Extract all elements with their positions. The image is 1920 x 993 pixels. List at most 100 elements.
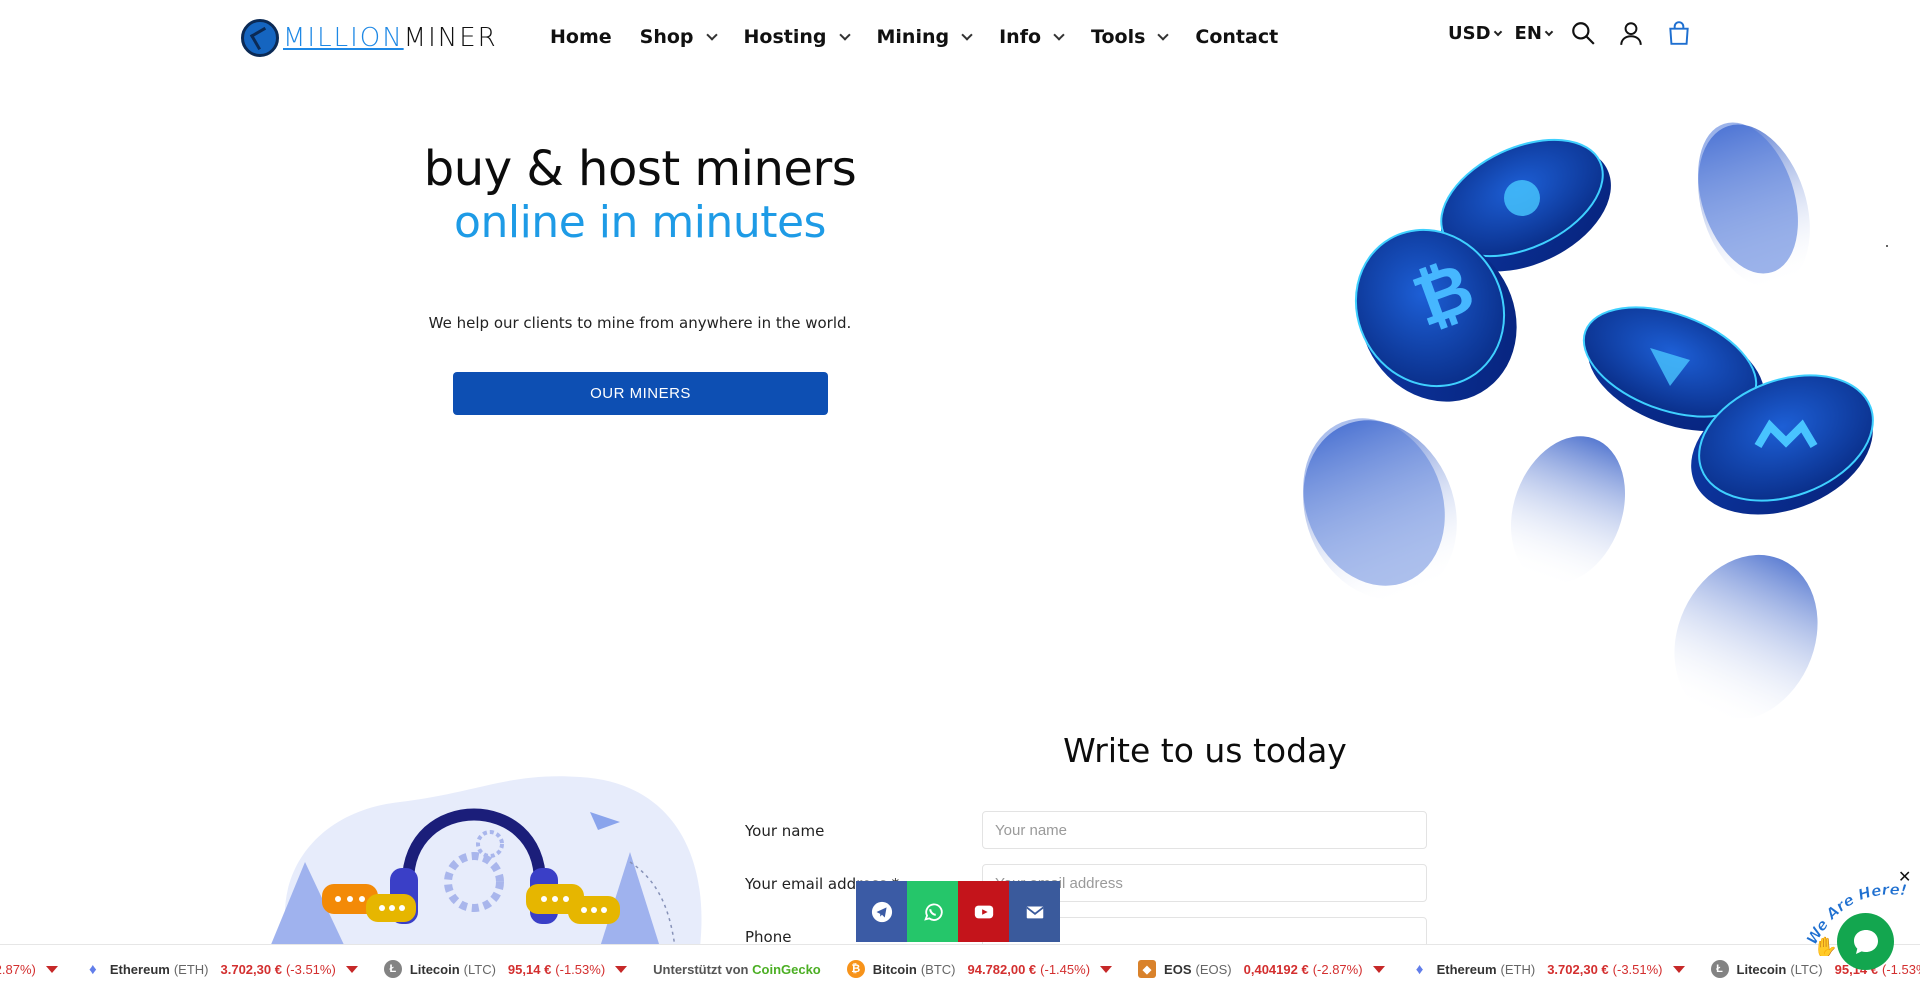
main-navigation: Home Shop Hosting Mining Info Tools Cont… [550,26,1306,48]
powered-by-coingecko[interactable]: Unterstützt von CoinGecko [653,962,821,977]
ticker-item-eos[interactable]: ◆ EOS (EOS) 0,404192 € (-2.87%) [1138,960,1385,978]
ticker-symbol: (LTC) [463,961,496,977]
live-chat-button[interactable] [1837,913,1894,970]
powered-prefix: Unterstützt von [653,961,749,977]
ticker-change: (-2.87%) [1312,961,1363,977]
name-input[interactable] [982,811,1427,849]
ticker-name: Ethereum [1436,961,1497,977]
ticker-symbol: (EOS) [1195,961,1232,977]
whatsapp-icon [923,902,943,921]
telegram-icon [871,901,892,922]
chevron-down-icon [1544,27,1554,36]
millionminer-logo[interactable]: MILLIONMINER [241,18,498,58]
logo-wordmark: MILLIONMINER [283,23,498,53]
nav-contact[interactable]: Contact [1195,26,1278,48]
litecoin-icon: Ł [1710,960,1729,978]
ticker-item-bitcoin[interactable]: ₿ Bitcoin (BTC) 94.782,00 € (-1.45%) [846,960,1113,978]
ticker-symbol: (ETH) [173,961,209,977]
ticker-name: Bitcoin [872,961,917,977]
chevron-down-icon [1493,27,1502,36]
ticker-change: (-1.45%) [1040,961,1091,977]
ticker-price: 95,14 € [507,961,552,977]
ticker-change: (-1.53%) [1882,961,1920,977]
hero-title: buy & host miners [423,141,857,197]
logo-wordmark-part1: MILLION [283,23,404,53]
nav-hosting-label: Hosting [743,26,827,48]
crypto-coins-illustration: ₿ [1303,122,1874,718]
chevron-down-icon [1157,29,1170,41]
ticker-price: 94.782,00 € [967,961,1037,977]
nav-tools-label: Tools [1091,26,1146,48]
hero-subtitle: online in minutes [454,197,826,248]
youtube-button[interactable] [958,881,1009,942]
ticker-change: (-3.51%) [1612,961,1663,977]
pickaxe-logo-icon [241,19,279,57]
account-icon[interactable] [1618,20,1644,46]
ticker-item-litecoin[interactable]: Ł Litecoin (LTC) 95,14 € (-1.53%) [383,960,628,978]
hero-description: We help our clients to mine from anywher… [428,314,852,332]
chevron-down-icon [1053,29,1065,41]
ticker-price: 3.702,30 € [1547,961,1609,977]
nav-contact-label: Contact [1195,26,1279,48]
ticker-name: Litecoin [1736,961,1787,977]
whatsapp-button[interactable] [907,881,958,942]
nav-mining-label: Mining [876,26,950,48]
ticker-symbol: (BTC) [920,961,956,977]
ticker-item[interactable]: (-2.87%) [0,962,58,977]
language-selector[interactable]: EN [1514,22,1554,44]
nav-hosting[interactable]: Hosting [743,26,851,48]
ticker-symbol: (ETH) [1500,961,1536,977]
chevron-down-icon [838,29,851,41]
chat-bubble-icon [1853,929,1878,954]
eos-icon: ◆ [1138,960,1157,978]
name-label: Your name [745,822,825,840]
ethereum-icon: ♦ [83,960,102,978]
chevron-down-icon [705,29,718,41]
ticker-price: 3.702,30 € [220,961,282,977]
ticker-item-ethereum[interactable]: ♦ Ethereum (ETH) 3.702,30 € (-3.51%) [1410,960,1685,978]
ticker-name: EOS [1164,961,1192,977]
language-value: EN [1514,22,1542,44]
support-headset-illustration [270,776,702,947]
shopping-bag-icon[interactable] [1666,20,1692,46]
nav-home-label: Home [550,26,612,48]
currency-value: USD [1448,22,1491,44]
waving-hand-icon: ✋ [1813,935,1838,956]
ticker-change: (-2.87%) [0,961,36,977]
our-miners-button[interactable]: OUR MINERS [453,372,828,415]
ticker-symbol: (LTC) [1790,961,1823,977]
coingecko-link[interactable]: CoinGecko [752,962,821,977]
header-tools: USD EN [1448,20,1692,46]
nav-shop-label: Shop [639,26,694,48]
nav-info[interactable]: Info [999,26,1065,48]
arrow-down-icon [345,965,358,973]
telegram-button[interactable] [856,881,907,942]
ticker-change: (-3.51%) [285,961,336,977]
nav-home[interactable]: Home [550,26,612,48]
nav-info-label: Info [999,26,1042,48]
nav-mining[interactable]: Mining [876,26,973,48]
currency-selector[interactable]: USD [1448,22,1502,44]
litecoin-icon: Ł [383,960,402,978]
nav-shop[interactable]: Shop [639,26,718,48]
youtube-icon [974,905,993,918]
ticker-name: Litecoin [409,961,460,977]
contact-title: Write to us today [1063,731,1347,770]
chevron-down-icon [961,29,973,41]
arrow-down-icon [1100,965,1113,973]
ticker-change: (-1.53%) [555,961,606,977]
ticker-price: 0,404192 € [1243,961,1309,977]
ticker-item-litecoin[interactable]: Ł Litecoin (LTC) 95,14 € (-1.53%) [1710,960,1920,978]
ethereum-icon: ♦ [1410,960,1429,978]
bitcoin-icon: ₿ [846,960,865,978]
arrow-down-icon [1372,965,1385,973]
decorative-dot [1886,245,1888,247]
nav-tools[interactable]: Tools [1091,26,1170,48]
ticker-item-ethereum[interactable]: ♦ Ethereum (ETH) 3.702,30 € (-3.51%) [83,960,358,978]
email-share-button[interactable] [1009,881,1060,942]
arrow-down-icon [1672,965,1685,973]
crypto-price-ticker: (-2.87%) ♦ Ethereum (ETH) 3.702,30 € (-3… [0,944,1920,993]
ticker-row: (-2.87%) ♦ Ethereum (ETH) 3.702,30 € (-3… [0,960,1920,978]
search-icon[interactable] [1570,20,1596,46]
arrow-down-icon [45,965,58,973]
